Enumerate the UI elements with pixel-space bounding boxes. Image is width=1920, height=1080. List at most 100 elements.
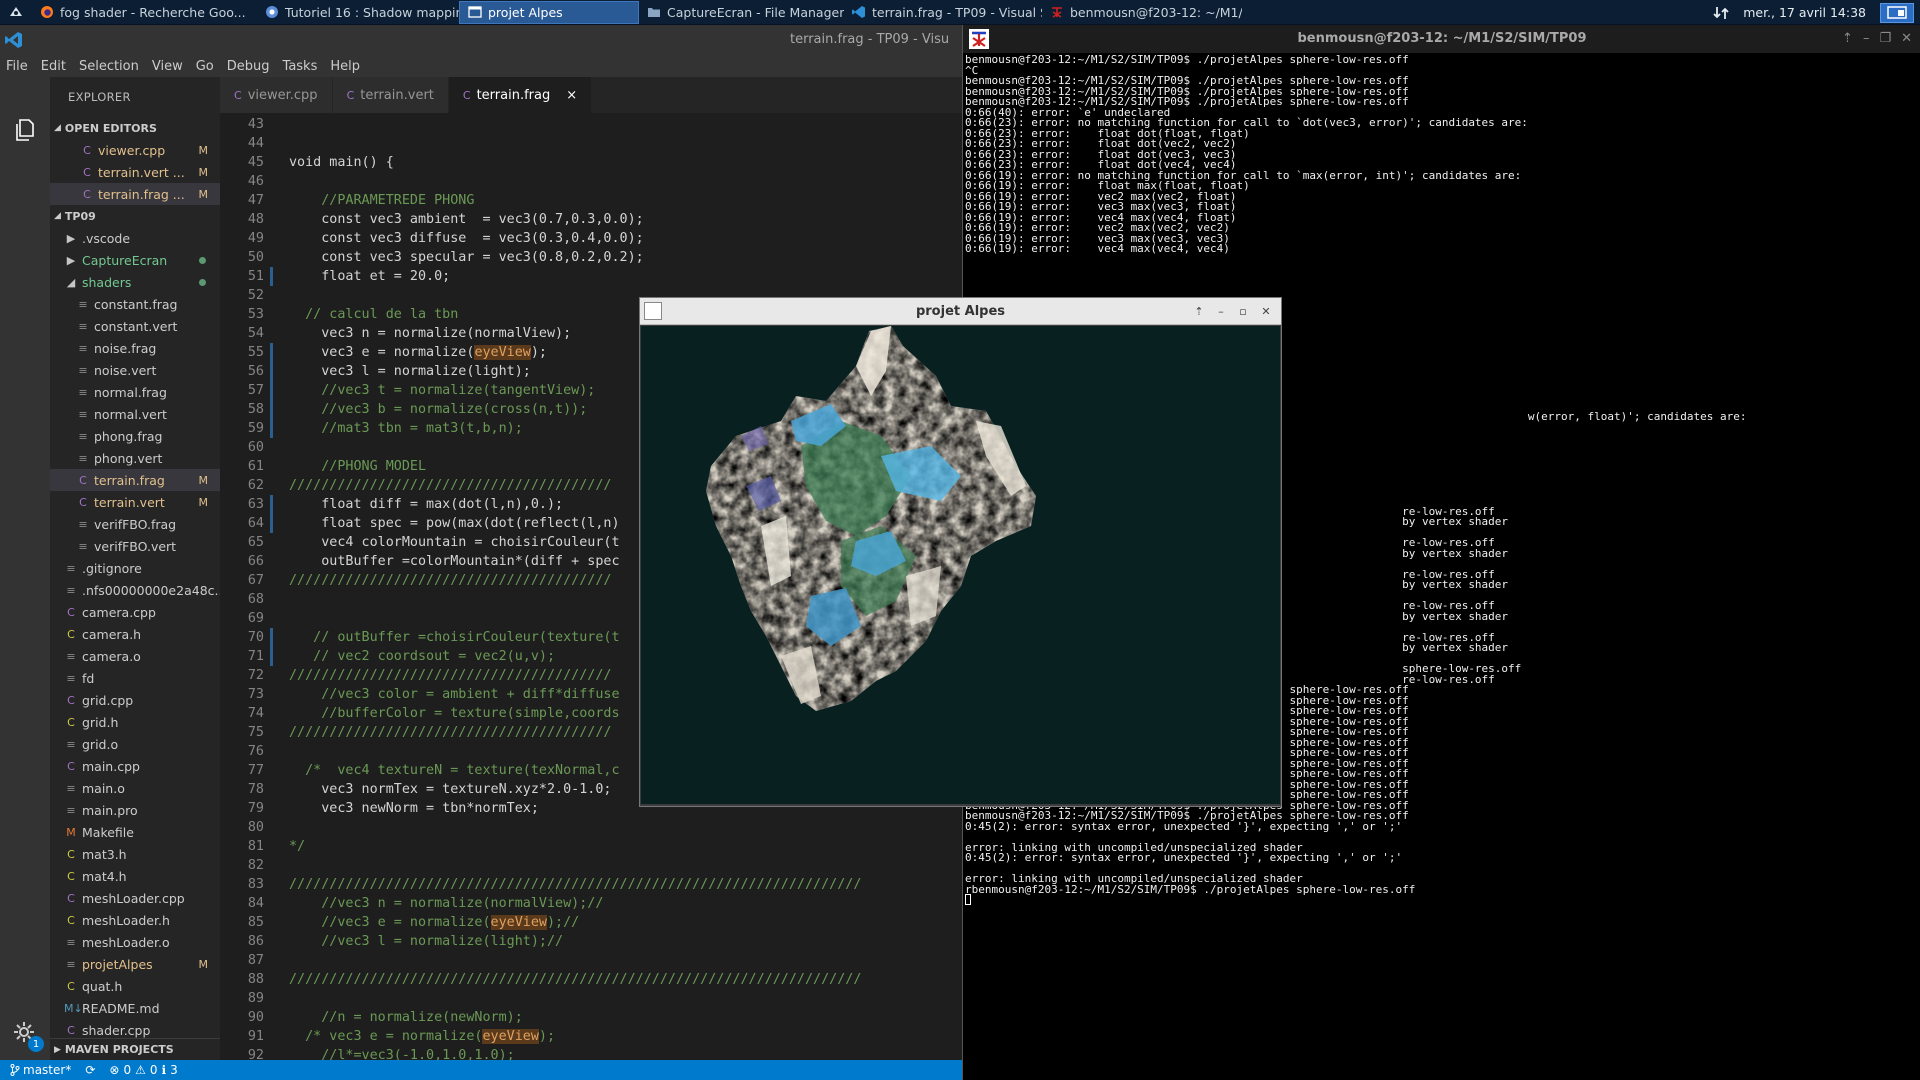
- code-line: 85 //vec3 e = normalize(eyeView);//: [220, 913, 962, 932]
- tree-file[interactable]: ≡ main.o: [50, 777, 220, 799]
- tree-file[interactable]: CmeshLoader.h: [50, 909, 220, 931]
- editor-tab[interactable]: Cviewer.cpp: [220, 77, 333, 113]
- tree-folder[interactable]: ▶ CaptureEcran: [50, 249, 220, 271]
- task-label: Tutoriel 16 : Shadow mappin...: [285, 4, 459, 20]
- menu-go[interactable]: Go: [196, 59, 214, 74]
- minimize-icon[interactable]: –: [1213, 303, 1229, 319]
- tree-file[interactable]: ≡ main.pro: [50, 799, 220, 821]
- close-tab-icon[interactable]: ×: [566, 88, 577, 103]
- manage-button[interactable]: 1: [12, 1020, 44, 1052]
- open-editor-item[interactable]: Cviewer.cpp M: [50, 139, 220, 161]
- menu-debug[interactable]: Debug: [227, 59, 270, 74]
- tree-file[interactable]: ≡ projetAlpes M: [50, 953, 220, 975]
- maven-projects-section[interactable]: ▶ MAVEN PROJECTS: [50, 1038, 220, 1060]
- open-editors-section[interactable]: ◢ OPEN EDITORS: [50, 117, 220, 139]
- menu-help[interactable]: Help: [330, 59, 360, 74]
- tree-file[interactable]: Cgrid.cpp: [50, 689, 220, 711]
- editor-tab[interactable]: Cterrain.vert: [332, 77, 449, 113]
- close-icon[interactable]: ✕: [1901, 31, 1912, 46]
- tree-file[interactable]: ≡ .gitignore: [50, 557, 220, 579]
- code-text: vec3 newNorm = tbn*normTex;: [289, 801, 539, 816]
- line-number: 62: [247, 478, 264, 493]
- open-editor-item[interactable]: Cterrain.vert ... M: [50, 161, 220, 183]
- keep-above-icon[interactable]: ⇡: [1842, 31, 1853, 46]
- tree-file[interactable]: Cmain.cpp: [50, 755, 220, 777]
- task-button[interactable]: terrain.frag - TP09 - Visual St...: [844, 1, 1042, 24]
- tree-item-name: camera.o: [82, 648, 141, 664]
- tree-file[interactable]: ≡ phong.vert: [50, 447, 220, 469]
- tree-file[interactable]: ≡ normal.vert: [50, 403, 220, 425]
- tree-file[interactable]: CmeshLoader.cpp: [50, 887, 220, 909]
- menu-file[interactable]: File: [6, 59, 28, 74]
- tree-file[interactable]: M Makefile: [50, 821, 220, 843]
- task-button[interactable]: CaptureEcran - File Manager: [639, 1, 844, 24]
- tree-file[interactable]: Cterrain.vert M: [50, 491, 220, 513]
- tree-file[interactable]: ≡ verifFBO.frag: [50, 513, 220, 535]
- tree-file[interactable]: Cterrain.frag M: [50, 469, 220, 491]
- tree-file[interactable]: ≡ verifFBO.vert: [50, 535, 220, 557]
- tree-file[interactable]: Cmat3.h: [50, 843, 220, 865]
- tree-file[interactable]: ≡ grid.o: [50, 733, 220, 755]
- tree-file[interactable]: ≡ .nfs00000000e2a48c...: [50, 579, 220, 601]
- minimize-icon[interactable]: –: [1863, 31, 1870, 46]
- tree-item-name: camera.cpp: [82, 604, 156, 620]
- line-number: 85: [247, 915, 264, 930]
- keep-above-icon[interactable]: ⇡: [1191, 303, 1207, 319]
- terminal-line: benmousn@f203-12:~/M1/S2/SIM/TP09$ ./pro…: [965, 54, 1409, 66]
- tree-file[interactable]: Cquat.h: [50, 975, 220, 997]
- tree-item-name: mat3.h: [82, 846, 127, 862]
- alpes-titlebar: projet Alpes ⇡ – ▫ ✕: [640, 298, 1281, 325]
- task-button[interactable]: benmousn@f203-12: ~/M1/S...: [1042, 1, 1242, 24]
- tree-file[interactable]: ≡ fd: [50, 667, 220, 689]
- network-icon[interactable]: [1713, 5, 1729, 21]
- maximize-icon[interactable]: ❐: [1879, 31, 1891, 46]
- project-section[interactable]: ◢ TP09: [50, 205, 220, 227]
- maximize-icon[interactable]: ▫: [1235, 303, 1251, 319]
- tree-file[interactable]: Cgrid.h: [50, 711, 220, 733]
- tree-folder[interactable]: ◢ shaders: [50, 271, 220, 293]
- code-text: outBuffer =colorMountain*(diff + spec: [289, 554, 620, 569]
- tree-file[interactable]: ≡ normal.frag: [50, 381, 220, 403]
- sync-icon[interactable]: ⟳: [85, 1063, 95, 1077]
- tree-file[interactable]: Cmat4.h: [50, 865, 220, 887]
- tree-file[interactable]: ≡ noise.vert: [50, 359, 220, 381]
- menu-edit[interactable]: Edit: [41, 59, 66, 74]
- editor-tab[interactable]: Cterrain.frag ×: [448, 77, 593, 113]
- tree-file[interactable]: M↓ README.md: [50, 997, 220, 1019]
- tree-folder[interactable]: ▶ .vscode: [50, 227, 220, 249]
- tree-item-name: mat4.h: [82, 868, 127, 884]
- menu-view[interactable]: View: [152, 59, 183, 74]
- task-button[interactable]: fog shader - Recherche Goo...: [32, 1, 257, 24]
- tree-file[interactable]: ≡ noise.frag: [50, 337, 220, 359]
- tree-file[interactable]: Ccamera.h: [50, 623, 220, 645]
- task-button[interactable]: Tutoriel 16 : Shadow mappin...: [257, 1, 459, 24]
- file-icon: ≡: [78, 319, 88, 333]
- tree-item-name: constant.vert: [94, 318, 178, 334]
- terminal-window-buttons: ⇡ – ❐ ✕: [1842, 31, 1912, 46]
- tree-file[interactable]: ≡ constant.frag: [50, 293, 220, 315]
- tree-file[interactable]: ≡ constant.vert: [50, 315, 220, 337]
- branch-status[interactable]: master*: [10, 1063, 71, 1077]
- c-file-icon: C: [83, 187, 91, 201]
- explorer-files-icon[interactable]: [12, 117, 38, 143]
- open-editor-item[interactable]: Cterrain.frag ... M: [50, 183, 220, 205]
- problems-status[interactable]: ⊗ 0 ⚠ 0 ℹ3: [109, 1063, 177, 1077]
- open-editors-list: Cviewer.cpp M Cterrain.vert ... M Cterrain.f…: [50, 139, 220, 205]
- chevron-down-icon: ◢: [66, 275, 76, 289]
- terrain-render-canvas[interactable]: [641, 326, 1280, 804]
- tree-file[interactable]: ≡ meshLoader.o: [50, 931, 220, 953]
- tree-file[interactable]: ≡ camera.o: [50, 645, 220, 667]
- menu-tasks[interactable]: Tasks: [283, 59, 318, 74]
- app-menu-button[interactable]: [0, 0, 32, 25]
- code-line: 51 float et = 20.0;: [220, 267, 962, 286]
- menu-selection[interactable]: Selection: [79, 59, 139, 74]
- close-icon[interactable]: ✕: [1258, 303, 1274, 319]
- tree-file[interactable]: Ccamera.cpp: [50, 601, 220, 623]
- code-line: 46: [220, 172, 962, 191]
- task-label: fog shader - Recherche Goo...: [60, 4, 246, 20]
- show-desktop-button[interactable]: [1880, 2, 1914, 23]
- tree-file[interactable]: ≡ phong.frag: [50, 425, 220, 447]
- clock[interactable]: mer., 17 avril 14:38: [1743, 5, 1866, 20]
- line-number: 88: [247, 972, 264, 987]
- task-button[interactable]: projet Alpes: [459, 0, 639, 24]
